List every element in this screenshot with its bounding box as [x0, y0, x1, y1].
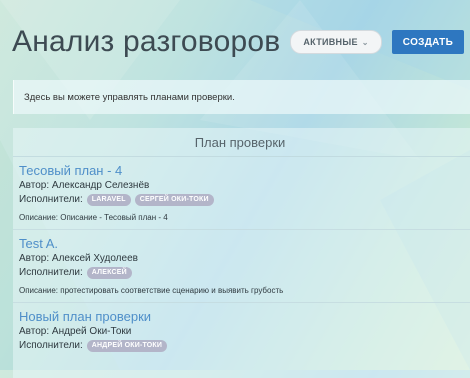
plan-executors-label: Исполнители: [19, 340, 83, 351]
plan-item: Test A. Автор: Алексей Худолеев Исполнит… [13, 230, 470, 303]
plan-author: Автор: Андрей Оки-Токи [19, 326, 132, 337]
plan-title-link[interactable]: Новый план проверки [19, 309, 470, 325]
status-filter-label: АКТИВНЫЕ [303, 37, 358, 47]
plan-title-link[interactable]: Тесовый план - 4 [19, 163, 470, 179]
plan-item: Новый план проверки Автор: Андрей Оки-То… [13, 303, 470, 358]
plans-panel: План проверки Тесовый план - 4 Автор: Ал… [13, 128, 470, 378]
executor-tag: АЛЕКСЕЙ [86, 266, 132, 279]
plan-author: Автор: Александр Селезнёв [19, 180, 150, 191]
plan-author: Автор: Алексей Худолеев [19, 253, 138, 264]
info-text: Здесь вы можете управлять планами провер… [24, 91, 235, 103]
page-title: Анализ разговоров [12, 25, 281, 58]
status-filter-dropdown[interactable]: АКТИВНЫЕ ⌄ [290, 30, 382, 54]
plan-item: Тесовый план - 4 Автор: Александр Селезн… [13, 157, 470, 230]
chevron-down-icon: ⌄ [361, 37, 369, 47]
plan-description: Описание: Описание - Тесовый план - 4 [19, 213, 168, 222]
plan-executors: Исполнители: АНДРЕЙ ОКИ-ТОКИ [19, 339, 470, 352]
page-header: Анализ разговоров АКТИВНЫЕ ⌄ СОЗДАТЬ [12, 22, 465, 62]
plan-executors-label: Исполнители: [19, 267, 83, 278]
plan-executors: Исполнители: LARAVEL СЕРГЕЙ ОКИ-ТОКИ [19, 193, 470, 206]
executor-tag: СЕРГЕЙ ОКИ-ТОКИ [134, 193, 214, 206]
info-banner: Здесь вы можете управлять планами провер… [13, 80, 470, 114]
executor-tag: LARAVEL [86, 193, 131, 206]
plans-panel-heading: План проверки [13, 128, 470, 157]
plan-executors: Исполнители: АЛЕКСЕЙ [19, 266, 470, 279]
plan-executors-label: Исполнители: [19, 194, 83, 205]
plan-description: Описание: протестировать соответствие сц… [19, 286, 284, 295]
plan-title-link[interactable]: Test A. [19, 236, 470, 252]
executor-tag: АНДРЕЙ ОКИ-ТОКИ [86, 339, 168, 352]
create-button[interactable]: СОЗДАТЬ [391, 30, 465, 54]
